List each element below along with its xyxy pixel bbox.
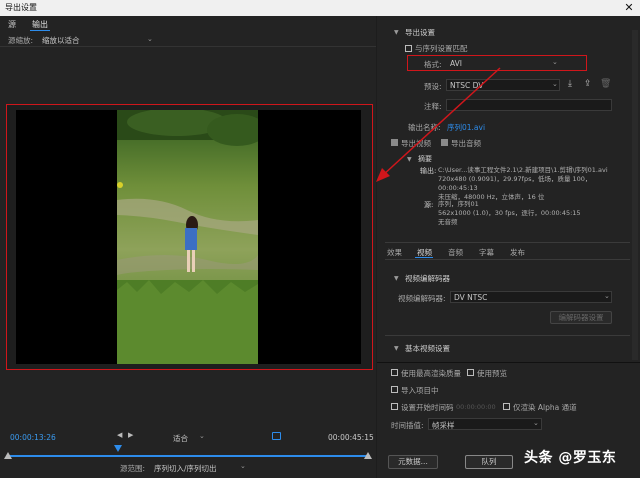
max-render-quality-label: 使用最高渲染质量: [401, 369, 461, 378]
source-scale-row: 源缩放: 缩放以适合 ⌄: [0, 32, 376, 47]
import-into-project-checkbox[interactable]: [391, 386, 398, 393]
annotation-arrow-icon: [376, 67, 501, 182]
summary-source-line: 562x1000 (1.0)，30 fps，逐行，00:00:45:15: [438, 209, 581, 217]
render-alpha-label: 仅渲染 Alpha 通道: [513, 403, 577, 412]
basic-video-section-title: 基本视频设置: [405, 344, 450, 353]
export-settings-title: 导出设置: [405, 28, 435, 37]
time-interpolation-label: 时间插值:: [391, 421, 424, 430]
delete-preset-icon[interactable]: 🗑: [600, 79, 611, 89]
summary-source-line: 序列，序列01: [438, 200, 479, 208]
use-previews-label: 使用预览: [477, 369, 507, 378]
tab-captions[interactable]: 字幕: [479, 247, 494, 258]
chevron-down-icon[interactable]: ⌄: [552, 80, 558, 88]
out-point-handle[interactable]: [364, 452, 372, 459]
chevron-down-icon[interactable]: ⌄: [533, 419, 539, 427]
video-codec-label: 视频编解码器:: [398, 294, 446, 303]
source-range-dropdown[interactable]: 序列切入/序列切出: [154, 463, 217, 474]
set-start-timecode-checkbox[interactable]: [391, 403, 398, 410]
mark-out-icon[interactable]: ▶: [128, 431, 133, 439]
max-render-quality-checkbox[interactable]: [391, 369, 398, 376]
codec-settings-button[interactable]: 编解码器设置: [550, 311, 612, 324]
preview-tabs: 源 输出: [0, 16, 376, 32]
tab-output[interactable]: 输出: [32, 19, 48, 30]
import-preset-icon[interactable]: ⇪: [584, 79, 592, 89]
mark-in-icon[interactable]: ◀: [117, 431, 122, 439]
summary-source-label: 源:: [424, 201, 434, 209]
chevron-down-icon[interactable]: ▼: [394, 29, 399, 36]
safe-margins-icon[interactable]: [272, 432, 281, 440]
chevron-down-icon[interactable]: ⌄: [604, 292, 610, 300]
video-preview-image: [117, 110, 258, 364]
metadata-button[interactable]: 元数据...: [388, 455, 438, 469]
chevron-down-icon[interactable]: ▼: [394, 345, 399, 352]
tabs-top-divider: [385, 242, 630, 243]
timeline-area: 00:00:13:26 ◀ ▶ 适合 ⌄ 00:00:45:15 源范围: 序列…: [0, 428, 376, 478]
tab-audio[interactable]: 音频: [448, 247, 463, 258]
chevron-down-icon[interactable]: ⌄: [240, 462, 246, 470]
import-into-project-label: 导入项目中: [401, 386, 439, 395]
render-alpha-checkbox[interactable]: [503, 403, 510, 410]
fit-dropdown[interactable]: 适合: [173, 433, 188, 444]
chevron-down-icon[interactable]: ⌄: [147, 35, 153, 43]
save-preset-icon[interactable]: ⤓: [568, 79, 572, 89]
section-divider: [385, 335, 630, 336]
watermark-text: 头条 @罗玉东: [524, 450, 617, 466]
summary-source-line: 无音频: [438, 218, 458, 226]
match-sequence-label: 与序列设置匹配: [415, 44, 468, 53]
playhead-icon[interactable]: [114, 445, 122, 452]
active-settings-tab-indicator: [415, 257, 433, 258]
source-scale-label: 源缩放:: [8, 36, 34, 45]
set-start-timecode-label: 设置开始时间码: [401, 403, 454, 412]
current-time[interactable]: 00:00:13:26: [10, 433, 56, 442]
options-divider: [377, 362, 640, 363]
tabs-bottom-divider: [385, 259, 630, 260]
window-title: 导出设置: [5, 3, 37, 12]
active-tab-indicator: [30, 30, 50, 31]
settings-scrollbar[interactable]: [632, 30, 638, 360]
start-timecode-value[interactable]: 00:00:00:00: [456, 403, 496, 411]
source-range-label: 源范围:: [120, 464, 146, 473]
window-title-bar: 导出设置: [0, 0, 640, 16]
end-time: 00:00:45:15: [328, 433, 374, 442]
tab-source[interactable]: 源: [8, 19, 16, 30]
tab-publish[interactable]: 发布: [510, 247, 525, 258]
video-codec-dropdown[interactable]: DV NTSC: [454, 293, 487, 302]
chevron-down-icon[interactable]: ▼: [394, 275, 399, 282]
use-previews-checkbox[interactable]: [467, 369, 474, 376]
chevron-down-icon[interactable]: ⌄: [199, 432, 205, 440]
chevron-down-icon[interactable]: ⌄: [552, 58, 558, 66]
summary-source-text: 序列，序列01 562x1000 (1.0)，30 fps，逐行，00:00:4…: [438, 200, 628, 227]
time-interpolation-dropdown[interactable]: 帧采样: [432, 420, 455, 431]
video-codec-section-title: 视频编解码器: [405, 274, 450, 283]
queue-button[interactable]: 队列: [465, 455, 513, 469]
in-point-handle[interactable]: [4, 452, 12, 459]
tab-effects[interactable]: 效果: [387, 247, 402, 258]
match-sequence-checkbox[interactable]: [405, 45, 412, 52]
source-scale-dropdown[interactable]: 缩放以适合: [42, 35, 80, 46]
timeline-scrubber-track[interactable]: [8, 455, 370, 457]
close-icon[interactable]: ✕: [622, 0, 636, 16]
